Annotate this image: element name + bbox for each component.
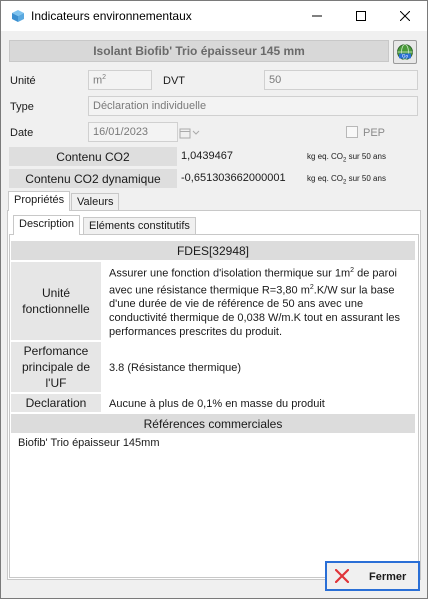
title-bar: Indicateurs environnementaux [1,1,427,31]
perf-label: Perfomance principale de l'UF [11,342,101,392]
decl-label: Declaration [11,394,101,412]
pep-checkbox[interactable] [346,126,358,138]
dialog-window: Indicateurs environnementaux Isolant Bio… [0,0,428,599]
date-field[interactable]: 16/01/2023 [88,122,178,142]
globe-icon: Go [397,44,413,60]
uf-text-part1: Assurer une fonction d'isolation thermiq… [109,267,351,280]
tab-elements-constitutifs[interactable]: Eléments constitutifs [83,217,196,234]
co2-dyn-unit: kg eq. CO2 sur 50 ans [307,174,386,186]
uf-text: Assurer une fonction d'isolation thermiq… [109,264,409,339]
fermer-label: Fermer [369,571,407,583]
co2-row: Contenu CO2 1,0439467 kg eq. CO2 sur 50 … [9,147,419,167]
decl-text: Aucune à plus de 0,1% en masse du produi… [109,398,325,410]
unite-label: Unité [10,75,36,87]
tab-valeurs[interactable]: Valeurs [71,193,120,210]
co2-unit: kg eq. CO2 sur 50 ans [307,152,386,164]
window-title: Indicateurs environnementaux [31,9,192,23]
close-icon [335,569,349,583]
unite-value: m [93,74,103,87]
maximize-button[interactable] [339,1,383,31]
svg-text:Go: Go [402,54,408,60]
list-item: Biofib' Trio épaisseur 145mm [18,437,160,449]
perf-text: 3.8 (Résistance thermique) [109,362,242,374]
close-icon [400,11,410,21]
close-window-button[interactable] [383,1,427,31]
dialog-body: Isolant Biofib' Trio épaisseur 145 mm Go… [1,31,427,598]
cube-icon [12,10,24,22]
co2-table: Contenu CO2 1,0439467 kg eq. CO2 sur 50 … [9,147,419,189]
type-label: Type [10,101,34,113]
maximize-icon [356,11,366,21]
unite-field[interactable]: m2 [88,70,152,90]
chevron-down-icon [192,130,200,135]
co2-dyn-value: -0,651303662000001 [181,172,286,184]
date-label: Date [10,127,34,139]
unite-exponent: 2 [102,74,107,81]
fermer-button[interactable]: Fermer [325,561,420,591]
dvt-label: DVT [163,75,185,87]
co2-dyn-unit-prefix: kg eq. CO [307,174,344,183]
type-field[interactable]: Déclaration individuelle [88,96,418,116]
calendar-icon [179,128,191,139]
tab-description[interactable]: Description [13,215,81,235]
pep-label: PEP [363,127,386,139]
fdes-header: FDES[32948] [11,241,415,260]
co2-value: 1,0439467 [181,150,233,162]
co2-unit-prefix: kg eq. CO [307,152,344,161]
minimize-icon [312,15,322,17]
co2-label: Contenu CO2 [9,147,177,166]
co2-unit-suffix: sur 50 ans [346,152,386,161]
co2-dyn-row: Contenu CO2 dynamique -0,651303662000001… [9,169,419,189]
minimize-button[interactable] [295,1,339,31]
co2-dyn-label: Contenu CO2 dynamique [9,169,177,188]
tab-proprietes[interactable]: Propriétés [8,191,71,211]
refs-header: Références commerciales [11,414,415,433]
co2-dyn-unit-suffix: sur 50 ans [346,174,386,183]
date-picker-button[interactable] [179,125,203,141]
product-name: Isolant Biofib' Trio épaisseur 145 mm [9,40,389,62]
uf-label: Unité fonctionnelle [11,262,101,340]
web-link-button[interactable]: Go [393,40,417,64]
dvt-field[interactable]: 50 [264,70,418,90]
